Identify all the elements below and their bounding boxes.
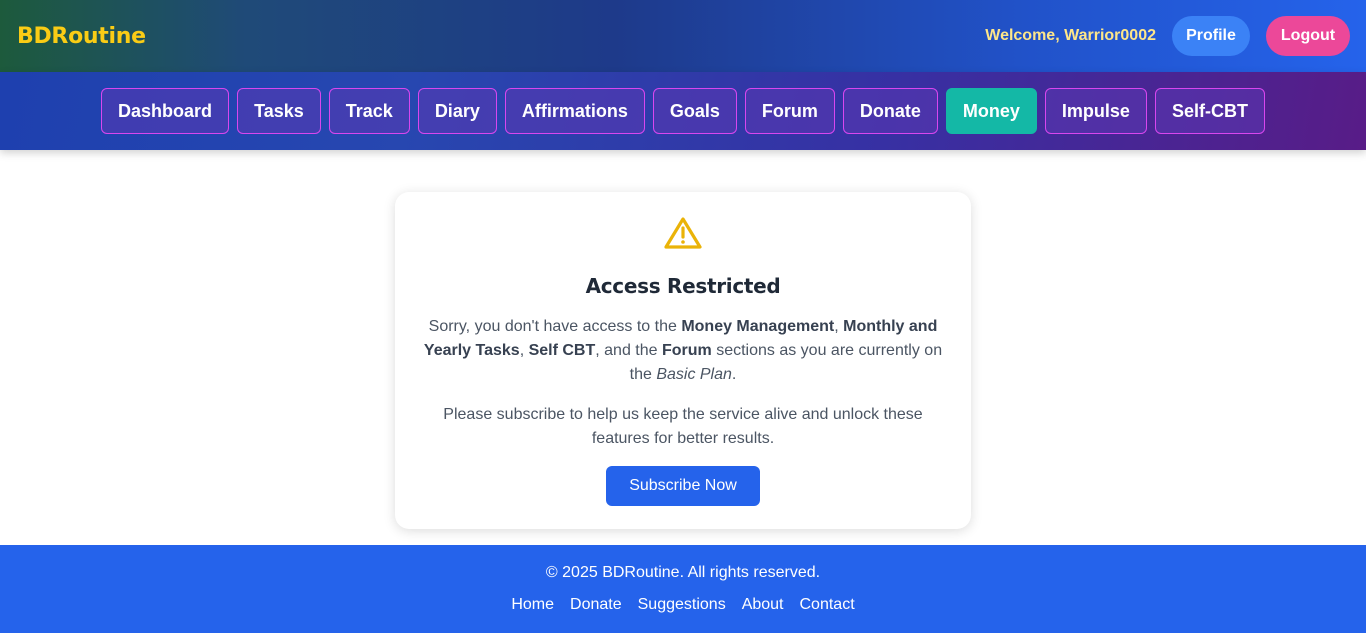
copyright-text: © 2025 BDRoutine. All rights reserved. (545, 564, 821, 581)
nav-tab-dashboard[interactable]: Dashboard (101, 88, 230, 134)
message-text: Sorry, you don't have access to the (428, 318, 682, 335)
current-plan: Basic Plan (656, 366, 732, 383)
nav-tab-donate[interactable]: Donate (842, 88, 938, 134)
footer-link-about[interactable]: About (742, 596, 784, 614)
message-text: , and the (595, 342, 662, 359)
main-nav: Dashboard Tasks Track Diary Affirmations… (0, 72, 1366, 150)
footer-link-suggestions[interactable]: Suggestions (638, 596, 726, 614)
warning-triangle-icon (664, 217, 702, 249)
nav-tab-track[interactable]: Track (328, 88, 410, 134)
restriction-message: Sorry, you don't have access to the Mone… (421, 315, 945, 387)
subscribe-message: Please subscribe to help us keep the ser… (443, 406, 923, 447)
nav-tab-tasks[interactable]: Tasks (237, 88, 321, 134)
nav-tab-forum[interactable]: Forum (744, 88, 835, 134)
footer-links: Home Donate Suggestions About Contact (0, 596, 1366, 614)
footer-link-contact[interactable]: Contact (800, 596, 855, 614)
profile-button[interactable]: Profile (1172, 16, 1250, 56)
nav-tab-impulse[interactable]: Impulse (1044, 88, 1147, 134)
user-area: Welcome, Warrior0002 Profile Logout (985, 16, 1350, 56)
nav-tab-self-cbt[interactable]: Self-CBT (1154, 88, 1265, 134)
message-text: . (731, 366, 737, 383)
feature-forum: Forum (661, 342, 712, 359)
access-restricted-card: Access Restricted Sorry, you don't have … (395, 192, 971, 529)
nav-tab-diary[interactable]: Diary (417, 88, 497, 134)
nav-tab-affirmations[interactable]: Affirmations (504, 88, 645, 134)
footer-link-donate[interactable]: Donate (570, 596, 622, 614)
feature-money-management: Money Management (681, 318, 835, 335)
welcome-text: Welcome, Warrior0002 (985, 27, 1156, 44)
card-title: Access Restricted (585, 274, 781, 298)
subscribe-now-button[interactable]: Subscribe Now (606, 466, 760, 506)
message-separator: , (519, 342, 529, 359)
message-separator: , (834, 318, 844, 335)
page-footer: © 2025 BDRoutine. All rights reserved. H… (0, 545, 1366, 633)
top-header: BDRoutine Welcome, Warrior0002 Profile L… (0, 0, 1366, 72)
feature-self-cbt: Self CBT (528, 342, 596, 359)
brand-logo[interactable]: BDRoutine (17, 24, 146, 49)
nav-tab-money[interactable]: Money (945, 88, 1037, 134)
logout-button[interactable]: Logout (1266, 16, 1350, 56)
nav-tab-goals[interactable]: Goals (652, 88, 737, 134)
footer-link-home[interactable]: Home (511, 596, 554, 614)
